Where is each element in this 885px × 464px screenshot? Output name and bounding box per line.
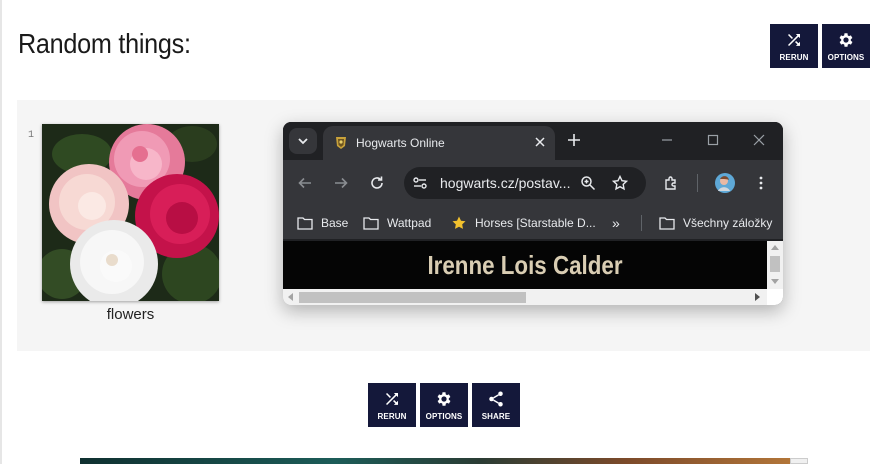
rerun-button[interactable]: RERUN (770, 24, 818, 68)
share-label: SHARE (481, 411, 511, 421)
share-button[interactable]: SHARE (472, 383, 520, 427)
scroll-down-icon[interactable] (771, 279, 779, 285)
bookmark-horses[interactable]: Horses [Starstable D... (451, 215, 596, 231)
bookmark-wattpad[interactable]: Wattpad (363, 215, 431, 231)
tab-search-button[interactable] (289, 128, 317, 154)
scroll-up-icon[interactable] (771, 244, 779, 250)
advertisement-banner[interactable] (80, 458, 808, 464)
hogwarts-favicon (336, 137, 346, 149)
address-bar[interactable]: hogwarts.cz/postav... (404, 167, 646, 199)
gear-icon (839, 32, 853, 47)
options-button-bottom[interactable]: OPTIONS (420, 383, 468, 427)
folder-icon (659, 217, 675, 230)
rerun-label: RERUN (779, 52, 809, 62)
chevron-down-icon (298, 138, 308, 145)
bookmarks-overflow-button[interactable]: » (612, 215, 620, 231)
vertical-scrollbar[interactable] (767, 241, 783, 289)
bookmarks-bar: Base Wattpad Horses [Starstable D... » V… (283, 206, 783, 240)
options-button[interactable]: OPTIONS (822, 24, 870, 68)
back-icon[interactable] (297, 175, 313, 191)
star-icon[interactable] (612, 175, 628, 191)
options-label: OPTIONS (827, 52, 865, 62)
toolbar-divider (697, 174, 698, 192)
horizontal-scroll-thumb[interactable] (299, 292, 526, 303)
page-content: Irenne Lois Calder (283, 241, 767, 289)
browser-toolbar: hogwarts.cz/postav... (283, 160, 783, 206)
bookmark-label: Base (321, 216, 349, 230)
bookmark-label: Všechny záložky (683, 216, 773, 230)
bookmark-label: Wattpad (387, 216, 432, 230)
bookmarks-divider (641, 215, 642, 231)
tab-title: Hogwarts Online (356, 136, 445, 150)
gear-icon (437, 391, 451, 406)
minimize-icon[interactable] (661, 134, 673, 146)
scroll-left-icon[interactable] (287, 293, 293, 301)
folder-icon (363, 217, 379, 230)
forward-icon[interactable] (333, 175, 349, 191)
browser-window: Hogwarts Online hogwarts.cz/postav... Ba… (283, 122, 783, 305)
plus-icon[interactable] (566, 132, 582, 148)
tune-icon[interactable] (412, 175, 428, 191)
options-label: OPTIONS (425, 411, 463, 421)
item-index: 1 (28, 130, 35, 141)
star-favicon-icon (452, 216, 466, 229)
profile-avatar[interactable] (715, 173, 735, 193)
tab-strip: Hogwarts Online (283, 122, 783, 160)
scroll-right-icon[interactable] (755, 293, 761, 301)
page-left-border (0, 0, 2, 464)
url-text: hogwarts.cz/postav... (440, 175, 571, 191)
more-icon[interactable] (753, 175, 769, 191)
rerun-button-bottom[interactable]: RERUN (368, 383, 416, 427)
bookmark-label: Horses [Starstable D... (475, 216, 596, 230)
active-tab[interactable]: Hogwarts Online (323, 126, 555, 160)
folder-icon (297, 217, 313, 230)
close-icon[interactable] (533, 135, 547, 149)
reload-icon[interactable] (369, 175, 385, 191)
flowers-image[interactable] (42, 124, 219, 301)
extensions-icon[interactable] (663, 175, 679, 191)
rerun-label: RERUN (377, 411, 407, 421)
window-close-icon[interactable] (753, 134, 765, 146)
chevron-double-right-icon: » (612, 215, 620, 231)
vertical-scroll-thumb[interactable] (770, 256, 780, 272)
character-name-heading: Irenne Lois Calder (427, 250, 623, 280)
page-title: Random things: (18, 28, 191, 59)
bookmark-all-bookmarks[interactable]: Všechny záložky (659, 215, 772, 231)
image-caption: flowers (106, 306, 155, 323)
browser-viewport: Irenne Lois Calder (283, 241, 783, 305)
shuffle-icon (386, 392, 398, 405)
shuffle-icon (788, 33, 800, 46)
flowers-photo (42, 124, 219, 301)
maximize-icon[interactable] (707, 134, 719, 146)
share-icon (489, 391, 503, 406)
ad-choices-icon[interactable] (790, 458, 808, 464)
zoom-icon[interactable] (580, 175, 596, 191)
horizontal-scrollbar[interactable] (283, 289, 767, 305)
bookmark-base[interactable]: Base (297, 215, 348, 231)
